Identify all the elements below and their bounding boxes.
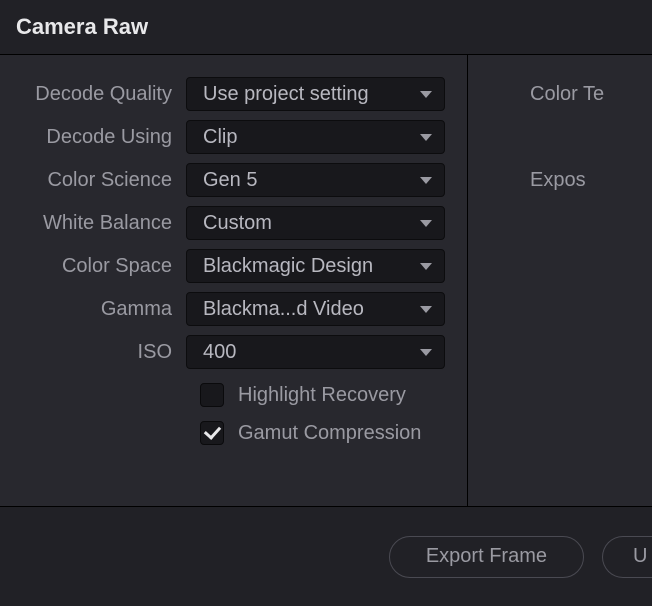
chevron-down-icon xyxy=(420,263,432,270)
color-temp-label: Color Te xyxy=(478,83,604,106)
highlight-recovery-row: Highlight Recovery xyxy=(10,383,445,407)
color-temp-row: Color Te xyxy=(478,77,652,111)
right-panel: Color Te Expos xyxy=(468,55,652,506)
gamma-row: Gamma Blackma...d Video xyxy=(10,292,445,326)
highlight-recovery-checkbox[interactable] xyxy=(200,383,224,407)
iso-dropdown[interactable]: 400 xyxy=(186,335,445,369)
gamma-label: Gamma xyxy=(10,298,186,321)
color-science-dropdown[interactable]: Gen 5 xyxy=(186,163,445,197)
gamut-compression-row: Gamut Compression xyxy=(10,421,445,445)
decode-using-dropdown[interactable]: Clip xyxy=(186,120,445,154)
left-panel: Decode Quality Use project setting Decod… xyxy=(0,55,468,506)
chevron-down-icon xyxy=(420,220,432,227)
iso-label: ISO xyxy=(10,341,186,364)
settings-container: Decode Quality Use project setting Decod… xyxy=(0,54,652,506)
decode-quality-label: Decode Quality xyxy=(10,83,186,106)
white-balance-value: Custom xyxy=(203,212,272,235)
iso-value: 400 xyxy=(203,341,236,364)
white-balance-label: White Balance xyxy=(10,212,186,235)
secondary-button[interactable]: U xyxy=(602,536,652,578)
chevron-down-icon xyxy=(420,134,432,141)
color-space-row: Color Space Blackmagic Design xyxy=(10,249,445,283)
color-space-label: Color Space xyxy=(10,255,186,278)
white-balance-dropdown[interactable]: Custom xyxy=(186,206,445,240)
exposure-label: Expos xyxy=(478,169,586,192)
white-balance-row: White Balance Custom xyxy=(10,206,445,240)
footer: Export Frame U xyxy=(0,506,652,606)
decode-quality-dropdown[interactable]: Use project setting xyxy=(186,77,445,111)
decode-using-row: Decode Using Clip xyxy=(10,120,445,154)
chevron-down-icon xyxy=(420,349,432,356)
gamma-dropdown[interactable]: Blackma...d Video xyxy=(186,292,445,326)
color-science-label: Color Science xyxy=(10,169,186,192)
color-space-value: Blackmagic Design xyxy=(203,255,373,278)
chevron-down-icon xyxy=(420,91,432,98)
highlight-recovery-label: Highlight Recovery xyxy=(238,384,406,407)
iso-row: ISO 400 xyxy=(10,335,445,369)
gamut-compression-checkbox[interactable] xyxy=(200,421,224,445)
gamut-compression-label: Gamut Compression xyxy=(238,422,421,445)
decode-using-value: Clip xyxy=(203,126,237,149)
color-space-dropdown[interactable]: Blackmagic Design xyxy=(186,249,445,283)
gamma-value: Blackma...d Video xyxy=(203,298,364,321)
decode-quality-row: Decode Quality Use project setting xyxy=(10,77,445,111)
chevron-down-icon xyxy=(420,306,432,313)
color-science-value: Gen 5 xyxy=(203,169,257,192)
decode-quality-value: Use project setting xyxy=(203,83,369,106)
panel-title: Camera Raw xyxy=(0,0,652,54)
chevron-down-icon xyxy=(420,177,432,184)
decode-using-label: Decode Using xyxy=(10,126,186,149)
exposure-row: Expos xyxy=(478,163,652,197)
export-frame-button[interactable]: Export Frame xyxy=(389,536,584,578)
color-science-row: Color Science Gen 5 xyxy=(10,163,445,197)
